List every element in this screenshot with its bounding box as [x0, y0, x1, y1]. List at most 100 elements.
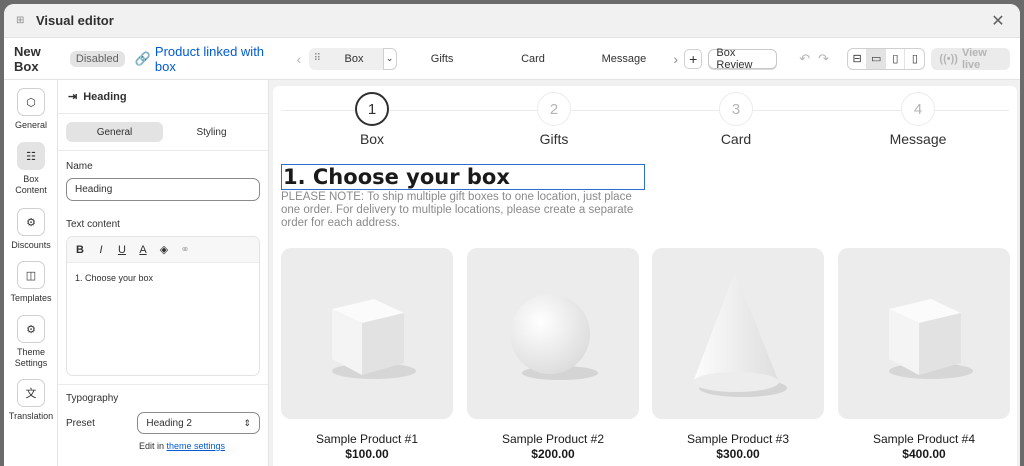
step-message[interactable]: 4 Message — [858, 92, 978, 147]
link-icon: 🔗 — [134, 50, 151, 66]
highlight-icon[interactable]: ◈ — [159, 243, 169, 256]
sidebar-item-theme-settings[interactable]: ⚙ Theme Settings — [4, 315, 58, 369]
sidebar-item-templates[interactable]: ◫ Templates — [4, 261, 58, 303]
preset-value: Heading 2 — [146, 417, 192, 429]
box-name: New Box — [14, 43, 41, 74]
cone-image — [693, 271, 787, 397]
shipping-note: PLEASE NOTE: To ship multiple gift boxes… — [281, 191, 634, 229]
selected-heading[interactable]: 1. Choose your box — [281, 164, 645, 190]
product-card[interactable]: Sample Product #3 $300.00 — [652, 248, 824, 461]
product-price: $300.00 — [716, 447, 760, 461]
plus-icon: + — [689, 50, 698, 67]
sphere-image — [510, 293, 598, 380]
edit-in-text: Edit in theme settings — [139, 441, 268, 451]
product-image — [652, 248, 824, 419]
product-link[interactable]: 🔗 Product linked with box — [135, 44, 275, 74]
full-width-view-icon[interactable]: ⊟ — [848, 48, 868, 69]
gear-icon: ⚙ — [17, 315, 45, 343]
back-icon[interactable]: ⇥ — [68, 90, 77, 103]
sidebar-item-label: Templates — [10, 293, 52, 303]
view-live-button[interactable]: ((•)) View live — [931, 46, 1010, 71]
add-step-button[interactable]: + — [684, 48, 703, 69]
preset-select[interactable]: Heading 2 ⇕ — [137, 412, 260, 434]
sidebar-item-label: Translation — [8, 411, 54, 421]
status-badge: Disabled — [69, 50, 125, 67]
underline-icon[interactable]: U — [117, 244, 127, 256]
sidebar-item-discounts[interactable]: ⚙ Discounts — [4, 208, 58, 250]
panel-title: Heading — [83, 90, 127, 103]
close-icon[interactable]: ✕ — [988, 11, 1008, 31]
product-price: $100.00 — [345, 447, 389, 461]
name-label: Name — [66, 161, 93, 172]
mobile-view-icon[interactable]: ▯ — [905, 49, 924, 69]
translate-icon: 文 — [17, 379, 45, 407]
window-title: Visual editor — [36, 13, 114, 28]
prev-step-chevron-icon[interactable]: ‹ — [297, 51, 302, 67]
desktop-view-icon[interactable]: ▭ — [867, 48, 887, 69]
italic-icon[interactable]: I — [96, 244, 106, 256]
select-arrows-icon: ⇕ — [243, 417, 251, 428]
view-live-label: View live — [961, 46, 987, 71]
tablet-view-icon[interactable]: ▯ — [886, 48, 906, 69]
sidebar-item-label: Box Content — [15, 174, 47, 195]
product-image — [281, 248, 453, 419]
settings-panel: ⇥ Heading General Styling Name Heading T… — [58, 80, 269, 466]
box-review-button[interactable]: Box Review — [708, 47, 778, 71]
redo-icon[interactable]: ↷ — [818, 51, 829, 67]
product-image — [467, 248, 639, 419]
product-card[interactable]: Sample Product #4 $400.00 — [838, 248, 1010, 461]
sidebar-rail: ⬡ General ☷ Box Content ⚙ Discounts ◫ Te… — [4, 80, 58, 466]
product-name: Sample Product #3 — [686, 432, 790, 446]
sidebar-item-general[interactable]: ⬡ General — [4, 88, 58, 130]
next-step-chevron-icon[interactable]: › — [673, 51, 678, 67]
text-content-label: Text content — [66, 219, 120, 230]
text-content-editor[interactable]: B I U A ◈ ⚭ 1. Choose your box — [66, 236, 260, 376]
tab-general[interactable]: General — [66, 122, 163, 142]
link-icon[interactable]: ⚭ — [180, 243, 190, 256]
step-box[interactable]: 1 Box — [312, 92, 432, 147]
tab-gifts[interactable]: Gifts — [397, 53, 488, 65]
step-number: 2 — [537, 92, 571, 126]
product-name: Sample Product #2 — [501, 432, 605, 446]
editor-window: ⊞ Visual editor ✕ New Box Disabled 🔗 Pro… — [4, 4, 1020, 466]
step-number: 4 — [901, 92, 935, 126]
step-label: Card — [720, 131, 752, 147]
name-field[interactable]: Heading — [66, 178, 260, 201]
product-price: $200.00 — [531, 447, 575, 461]
bold-icon[interactable]: B — [75, 244, 85, 256]
text-content-value[interactable]: 1. Choose your box — [67, 263, 259, 293]
step-label: Box — [359, 131, 385, 147]
step-select[interactable]: ⠿ Box ⌄ — [309, 47, 397, 70]
tab-card[interactable]: Card — [488, 53, 579, 65]
product-name: Sample Product #1 — [315, 432, 419, 446]
sidebar-item-label: Theme Settings — [14, 347, 48, 368]
drag-handle-icon[interactable]: ⠿ — [309, 53, 325, 64]
template-icon: ◫ — [17, 261, 45, 289]
chevron-down-icon[interactable]: ⌄ — [382, 47, 397, 70]
preview-canvas: 1 Box 2 Gifts 3 Card 4 Message 1. Choose… — [273, 86, 1017, 466]
tab-message[interactable]: Message — [578, 53, 669, 65]
undo-icon[interactable]: ↶ — [799, 51, 810, 67]
step-gifts[interactable]: 2 Gifts — [494, 92, 614, 147]
selected-step: Box — [344, 52, 364, 65]
tab-styling[interactable]: Styling — [163, 122, 260, 142]
preset-label: Preset — [66, 417, 95, 429]
panel-header: ⇥ Heading — [58, 80, 268, 114]
typography-label: Typography — [66, 393, 119, 404]
theme-settings-link[interactable]: theme settings — [167, 441, 226, 451]
product-image — [838, 248, 1010, 419]
product-card[interactable]: Sample Product #1 $100.00 — [281, 248, 453, 461]
text-color-icon[interactable]: A — [138, 244, 148, 256]
sidebar-item-translation[interactable]: 文 Translation — [4, 379, 58, 421]
cube-icon: ⬡ — [17, 88, 45, 116]
product-price: $400.00 — [902, 447, 946, 461]
step-card[interactable]: 3 Card — [676, 92, 796, 147]
step-label: Gifts — [539, 131, 569, 147]
product-link-label: Product linked with box — [154, 43, 265, 74]
product-card[interactable]: Sample Product #2 $200.00 — [467, 248, 639, 461]
editor-app-icon: ⊞ — [16, 14, 25, 26]
view-mode-group: ⊟ ▭ ▯ ▯ — [847, 47, 926, 70]
step-number: 1 — [355, 92, 389, 126]
sidebar-item-label: General — [14, 120, 48, 130]
sidebar-item-box-content[interactable]: ☷ Box Content — [4, 142, 58, 196]
